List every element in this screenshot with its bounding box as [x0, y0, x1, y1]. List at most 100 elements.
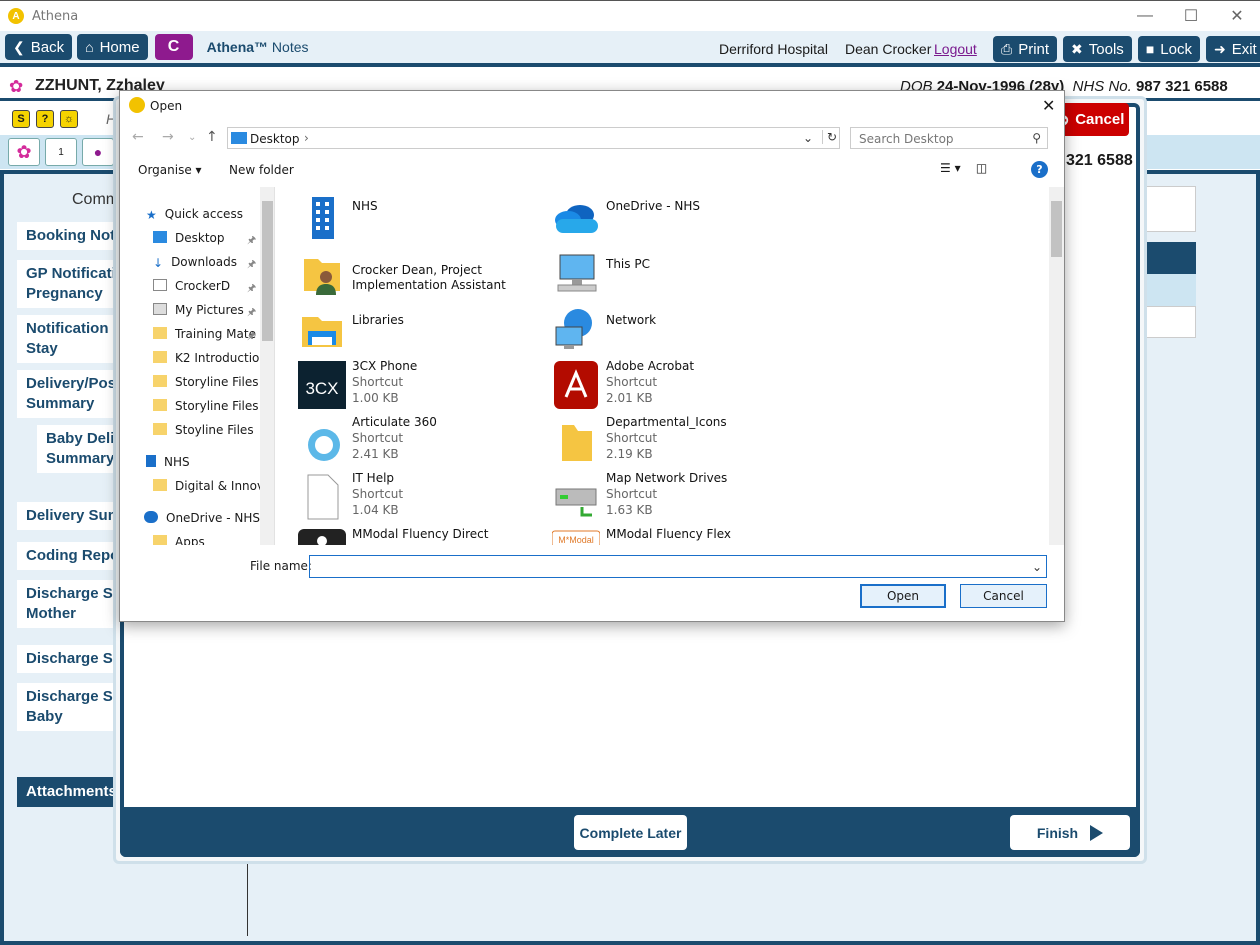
- organise-button[interactable]: Organise ▾: [138, 163, 202, 177]
- pin-icon: 🖈: [247, 259, 257, 270]
- home-button[interactable]: ⌂ Home: [77, 34, 148, 60]
- file-item-libraries[interactable]: Libraries: [276, 303, 526, 355]
- dialog-close-button[interactable]: ✕: [1042, 96, 1055, 115]
- file-item-departmental-icons[interactable]: Departmental_Icons Shortcut 2.19 KB: [530, 415, 780, 467]
- exit-button[interactable]: ➜ Exit: [1205, 36, 1260, 62]
- building-icon: [312, 197, 334, 239]
- file-item-mmodal-direct[interactable]: MModal Fluency Direct: [276, 527, 526, 545]
- sidebar-item-coding-report[interactable]: Coding Repor: [17, 542, 121, 570]
- file-name-label: File name:: [250, 559, 312, 573]
- file-list-scrollbar[interactable]: [1049, 187, 1064, 545]
- dialog-cancel-button[interactable]: Cancel: [960, 584, 1047, 608]
- sidebar-item-discharge-mother[interactable]: Discharge Sur Mother: [17, 580, 121, 628]
- complete-later-button[interactable]: Complete Later: [574, 815, 687, 850]
- articulate-icon: [308, 429, 340, 461]
- pin-icon: 🖈: [247, 283, 257, 294]
- hospital-name: Derriford Hospital: [719, 41, 828, 57]
- dialog-title-bar: Open ✕: [120, 91, 1064, 121]
- network-icon: [555, 309, 592, 349]
- file-item-this-pc[interactable]: This PC: [530, 247, 780, 299]
- open-button[interactable]: Open: [860, 584, 946, 608]
- drive-icon: [555, 488, 597, 517]
- nav-desktop[interactable]: Desktop: [153, 231, 225, 245]
- help-icon[interactable]: ?: [36, 110, 54, 128]
- medication-button[interactable]: 1: [45, 138, 77, 166]
- user-name: Dean Crocker: [845, 41, 932, 57]
- window-title-bar: A Athena — ☐ ✕: [0, 0, 1260, 31]
- attachments-button[interactable]: Attachments: [17, 777, 121, 807]
- right-panel-box: [1144, 186, 1196, 232]
- refresh-icon[interactable]: ↻: [822, 130, 837, 144]
- logout-link[interactable]: Logout: [934, 41, 977, 57]
- forward-arrow-icon[interactable]: →: [162, 129, 174, 145]
- file-item-mmodal-flex[interactable]: M*Modal MModal Fluency Flex: [530, 527, 780, 545]
- nav-storyline-2[interactable]: Storyline Files: [153, 399, 259, 413]
- sidebar-item-baby-delivery[interactable]: Baby DeliveSummary: [37, 425, 121, 473]
- chevron-left-icon: ❮: [13, 38, 25, 55]
- s-icon[interactable]: S: [12, 110, 30, 128]
- recent-dropdown-icon[interactable]: ⌄: [188, 132, 196, 143]
- up-arrow-icon[interactable]: ↑: [206, 129, 218, 145]
- nav-storyline-1[interactable]: Storyline Files: [153, 375, 259, 389]
- flower-button[interactable]: ✿: [8, 138, 40, 166]
- nav-downloads[interactable]: ↓ Downloads: [153, 255, 237, 270]
- back-arrow-icon[interactable]: ←: [132, 129, 144, 145]
- file-item-network[interactable]: Network: [530, 303, 780, 355]
- c-button[interactable]: C: [154, 34, 193, 60]
- nav-stoyline[interactable]: Stoyline Files: [153, 423, 254, 437]
- library-icon: [302, 317, 342, 347]
- nav-scrollbar[interactable]: [260, 187, 274, 545]
- file-item-onedrive[interactable]: OneDrive - NHS: [530, 191, 780, 243]
- tools-button[interactable]: ✖ Tools: [1063, 36, 1132, 62]
- sidebar-item-notification-stay[interactable]: Notification o Stay: [17, 315, 121, 363]
- search-input[interactable]: Search Desktop ⚲: [850, 127, 1048, 149]
- nav-onedrive[interactable]: OneDrive - NHS: [144, 511, 260, 525]
- chevron-down-icon[interactable]: ⌄: [1032, 560, 1042, 574]
- nav-my-pictures[interactable]: My Pictures: [153, 303, 244, 317]
- svg-text:M*Modal: M*Modal: [558, 535, 594, 545]
- minimize-button[interactable]: —: [1122, 1, 1168, 31]
- right-panel-row: [1144, 306, 1196, 338]
- view-options-icon[interactable]: ☰ ▾ ◫: [940, 161, 987, 175]
- sidebar-item-discharge-baby[interactable]: Discharge Sur Baby: [17, 683, 121, 731]
- star-icon: ★: [146, 208, 157, 222]
- file-item-nhs[interactable]: NHS: [276, 191, 526, 243]
- nav-training[interactable]: Training Mate: [153, 327, 256, 341]
- sun-icon[interactable]: ☼: [60, 110, 78, 128]
- lock-button[interactable]: ■ Lock: [1137, 36, 1200, 62]
- nav-apps[interactable]: Apps: [153, 535, 205, 545]
- sidebar-item-booking-note[interactable]: Booking Note: [17, 222, 121, 250]
- nav-k2-intro[interactable]: K2 Introduction: [153, 351, 267, 365]
- finish-button[interactable]: Finish: [1010, 815, 1130, 850]
- sidebar-item-discharge-summary[interactable]: Discharge Sur: [17, 645, 121, 673]
- chevron-down-icon[interactable]: ⌄: [803, 131, 813, 145]
- nav-quick-access[interactable]: ★ Quick access: [146, 207, 243, 222]
- right-panel-row: [1144, 274, 1196, 306]
- file-name-input[interactable]: ⌄: [309, 555, 1047, 578]
- open-file-dialog: Open ✕ ← → ⌄ ↑ Desktop › ⌄ ↻ Search Desk…: [119, 90, 1065, 622]
- help-icon[interactable]: ?: [1031, 161, 1048, 178]
- person-button[interactable]: ●: [82, 138, 114, 166]
- folder-icon: [562, 425, 592, 461]
- maximize-button[interactable]: ☐: [1168, 1, 1214, 31]
- file-item-it-help[interactable]: IT Help Shortcut 1.04 KB: [276, 471, 526, 523]
- file-item-articulate-360[interactable]: Articulate 360 Shortcut 2.41 KB: [276, 415, 526, 467]
- new-folder-button[interactable]: New folder: [229, 163, 294, 177]
- close-window-button[interactable]: ✕: [1214, 1, 1260, 31]
- back-button[interactable]: ❮ Back: [5, 34, 73, 60]
- nav-nhs[interactable]: NHS: [146, 455, 190, 469]
- computer-icon: [557, 254, 597, 292]
- print-button[interactable]: ⎙ Print: [993, 36, 1058, 62]
- file-item-adobe-acrobat[interactable]: Adobe Acrobat Shortcut 2.01 KB: [530, 359, 780, 411]
- file-item-map-network-drives[interactable]: Map Network Drives Shortcut 1.63 KB: [530, 471, 780, 523]
- sidebar-item-gp-notification[interactable]: GP Notificatio Pregnancy: [17, 260, 121, 308]
- nav-crockerd[interactable]: CrockerD: [153, 279, 230, 293]
- nav-digital[interactable]: Digital & Innova: [153, 479, 271, 493]
- sidebar-item-delivery-postnatal[interactable]: Delivery/Postr Summary: [17, 370, 121, 418]
- flower-icon: ✿: [9, 77, 24, 96]
- sidebar-item-delivery-summary[interactable]: Delivery Summ: [17, 502, 121, 530]
- file-item-crocker-dean[interactable]: Crocker Dean, Project Implementation Ass…: [276, 247, 526, 299]
- address-bar[interactable]: Desktop › ⌄ ↻: [227, 127, 840, 149]
- arrow-right-icon: [1090, 824, 1104, 841]
- file-item-3cx-phone[interactable]: 3CX 3CX Phone Shortcut 1.00 KB: [276, 359, 526, 411]
